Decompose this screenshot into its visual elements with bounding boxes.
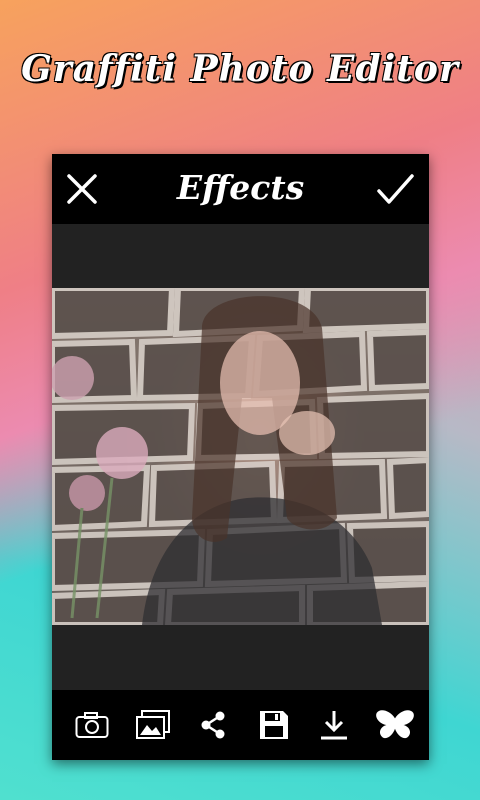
share-button[interactable] (193, 705, 233, 745)
graffiti-photo-image (52, 288, 429, 625)
confirm-button[interactable] (375, 171, 415, 207)
screen-title: Effects (176, 168, 305, 207)
close-icon (67, 174, 97, 204)
gallery-button[interactable] (133, 705, 173, 745)
download-button[interactable] (314, 705, 354, 745)
effects-button[interactable] (375, 705, 415, 745)
photo-preview[interactable] (52, 288, 429, 625)
download-icon (321, 711, 348, 740)
save-button[interactable] (254, 705, 294, 745)
butterfly-icon (376, 710, 414, 739)
check-icon (377, 174, 414, 204)
bottom-toolbar (52, 690, 429, 760)
save-icon (259, 711, 288, 739)
share-icon (201, 711, 225, 739)
camera-icon (75, 712, 109, 738)
camera-button[interactable] (72, 705, 112, 745)
top-toolbar: Effects (52, 154, 429, 224)
app-title: Graffiti Photo Editor (21, 48, 459, 90)
gallery-icon (135, 710, 170, 739)
editor-panel: Effects (52, 154, 429, 760)
close-button[interactable] (64, 171, 100, 207)
